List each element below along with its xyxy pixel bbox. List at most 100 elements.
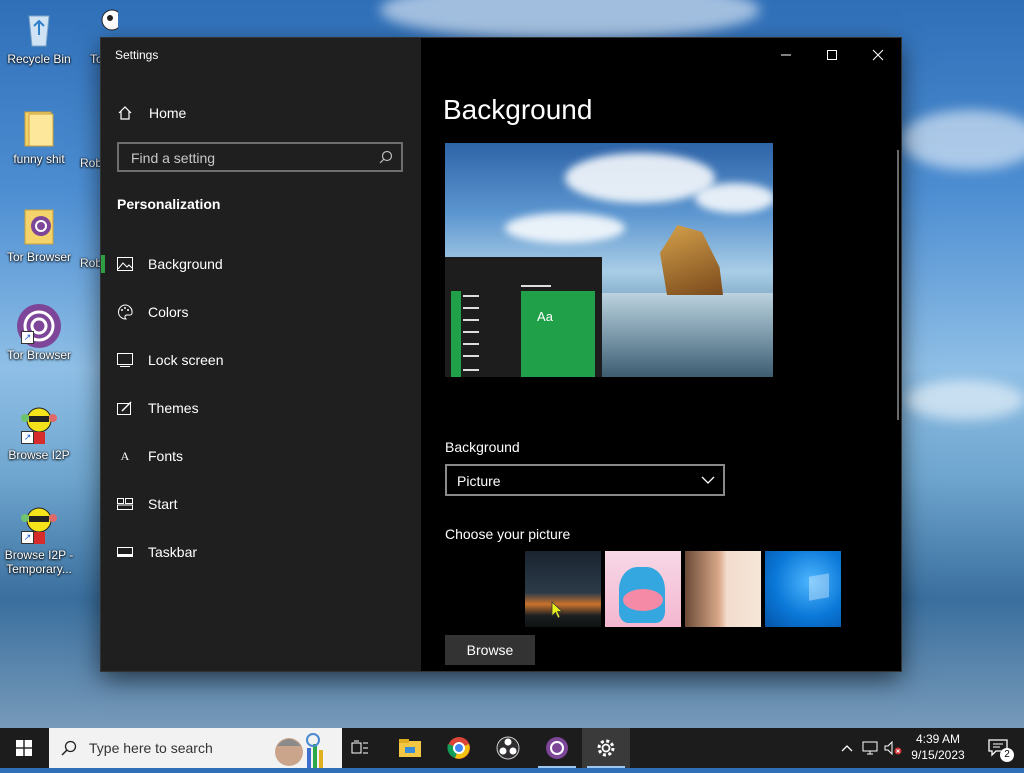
maximize-button[interactable] bbox=[809, 38, 855, 72]
desktop-icon-label: Rob bbox=[80, 256, 103, 270]
close-icon bbox=[872, 49, 884, 61]
desktop-icon-browse-i2p-temporary[interactable]: ↗ Browse I2P - Temporary... bbox=[0, 504, 78, 576]
taskbar-settings[interactable] bbox=[582, 728, 630, 768]
close-button[interactable] bbox=[855, 38, 901, 72]
preview-line bbox=[463, 307, 479, 309]
preview-tile-text: Aa bbox=[537, 309, 553, 324]
task-view-icon bbox=[351, 740, 368, 754]
preview-line bbox=[463, 295, 479, 297]
taskbar: 4:39 AM 9/15/2023 2 bbox=[0, 728, 1024, 768]
preview-line bbox=[463, 355, 479, 357]
start-button[interactable] bbox=[0, 728, 48, 768]
volume-muted-icon bbox=[884, 741, 902, 755]
windows-logo-icon bbox=[16, 740, 32, 756]
desktop-icon-tor-folder[interactable]: Tor Browser bbox=[0, 206, 78, 264]
find-setting-input[interactable] bbox=[129, 148, 373, 168]
home-icon bbox=[118, 106, 132, 120]
page-title: Background bbox=[443, 94, 593, 125]
preview-cloud bbox=[565, 153, 715, 203]
desktop-icon-browse-i2p[interactable]: ↗ Browse I2P bbox=[0, 404, 78, 462]
find-setting-box[interactable] bbox=[117, 142, 403, 172]
sidebar-item-fonts[interactable]: A Fonts bbox=[101, 432, 421, 480]
desktop-icon-label: Tor Browser bbox=[6, 348, 71, 362]
lock-screen-icon bbox=[117, 352, 133, 368]
sidebar-item-label: Taskbar bbox=[148, 544, 198, 560]
themes-icon bbox=[117, 400, 133, 416]
chevron-down-icon bbox=[701, 476, 715, 484]
background-type-dropdown[interactable]: Picture bbox=[445, 464, 725, 496]
picture-icon bbox=[117, 256, 133, 272]
sidebar-item-label: Fonts bbox=[148, 448, 184, 464]
picture-thumbnail-3[interactable] bbox=[685, 551, 761, 627]
desktop-cloud bbox=[380, 0, 760, 40]
preview-rock bbox=[660, 225, 723, 295]
sidebar-item-label: Colors bbox=[148, 304, 189, 320]
preview-line bbox=[521, 285, 551, 287]
preview-tiles bbox=[521, 291, 595, 377]
mouse-cursor-icon bbox=[551, 601, 563, 619]
fonts-icon: A bbox=[120, 448, 130, 463]
minimize-button[interactable] bbox=[763, 38, 809, 72]
network-button[interactable] bbox=[860, 728, 880, 768]
desktop-icon-label: Browse I2P bbox=[8, 448, 70, 462]
taskbar-chrome[interactable] bbox=[435, 728, 483, 768]
chrome-icon bbox=[447, 737, 470, 759]
folder-icon bbox=[19, 108, 59, 148]
picture-thumbnail-2[interactable] bbox=[605, 551, 681, 627]
tor-folder-icon bbox=[19, 206, 59, 246]
shortcut-arrow-icon: ↗ bbox=[21, 531, 34, 544]
desktop-icon-label: Rob bbox=[80, 156, 103, 170]
preview-line bbox=[463, 319, 479, 321]
taskbar-obs[interactable] bbox=[484, 728, 532, 768]
i2p-icon: ↗ bbox=[19, 504, 59, 544]
taskbar-search-box[interactable] bbox=[49, 728, 342, 768]
taskbar-tor-browser[interactable] bbox=[533, 728, 581, 768]
desktop-icon-folder[interactable]: funny shit bbox=[0, 108, 78, 166]
scrollbar[interactable] bbox=[897, 150, 899, 420]
preview-sea bbox=[602, 293, 773, 377]
sidebar-item-themes[interactable]: Themes bbox=[101, 384, 421, 432]
obs-icon bbox=[496, 736, 520, 760]
choose-picture-label: Choose your picture bbox=[445, 526, 571, 542]
action-center-button[interactable]: 2 bbox=[978, 728, 1018, 768]
desktop-icon-recycle-bin[interactable]: Recycle Bin bbox=[0, 8, 78, 66]
preview-tile-strip bbox=[451, 291, 461, 377]
maximize-icon bbox=[827, 50, 837, 60]
desktop-icon-label: Tor Browser bbox=[6, 250, 71, 264]
desktop-icon-partial[interactable]: Rob bbox=[80, 256, 102, 270]
task-view-button[interactable] bbox=[342, 728, 378, 768]
palette-icon bbox=[117, 304, 133, 320]
taskbar-clock[interactable]: 4:39 AM 9/15/2023 bbox=[906, 731, 970, 763]
preview-line bbox=[463, 331, 479, 333]
home-label: Home bbox=[149, 105, 187, 121]
search-icon[interactable] bbox=[379, 150, 393, 164]
sidebar-item-lock-screen[interactable]: Lock screen bbox=[101, 336, 421, 384]
sidebar-item-label: Lock screen bbox=[148, 352, 224, 368]
sidebar-item-taskbar[interactable]: Taskbar bbox=[101, 528, 421, 576]
sidebar-item-colors[interactable]: Colors bbox=[101, 288, 421, 336]
home-link[interactable]: Home bbox=[117, 102, 186, 124]
desktop-icon-label: funny shit bbox=[13, 152, 65, 166]
desktop-cloud bbox=[900, 110, 1024, 170]
dropdown-value: Picture bbox=[457, 473, 501, 489]
show-hidden-icons-button[interactable] bbox=[838, 728, 856, 768]
picture-thumbnail-1[interactable] bbox=[525, 551, 601, 627]
taskbar-search-input[interactable] bbox=[87, 739, 251, 757]
network-icon bbox=[862, 741, 878, 755]
settings-window: Settings Home Personalization Background… bbox=[101, 38, 901, 671]
taskbar-file-explorer[interactable] bbox=[386, 728, 434, 768]
volume-button[interactable] bbox=[882, 728, 904, 768]
section-title: Personalization bbox=[117, 196, 221, 212]
file-explorer-icon bbox=[399, 739, 421, 757]
desktop-icon-tor-browser[interactable]: ↗ Tor Browser bbox=[0, 304, 78, 362]
shortcut-arrow-icon: ↗ bbox=[21, 431, 34, 444]
sidebar-item-start[interactable]: Start bbox=[101, 480, 421, 528]
clock-date: 9/15/2023 bbox=[911, 748, 965, 762]
desktop-icon-partial[interactable]: Rob bbox=[80, 156, 102, 170]
shortcut-arrow-icon: ↗ bbox=[21, 331, 34, 344]
preview-cloud bbox=[505, 213, 625, 243]
picture-thumbnail-4[interactable] bbox=[765, 551, 841, 627]
i2p-icon: ↗ bbox=[19, 404, 59, 444]
sidebar-item-background[interactable]: Background bbox=[101, 240, 421, 288]
browse-button[interactable]: Browse bbox=[445, 635, 535, 665]
